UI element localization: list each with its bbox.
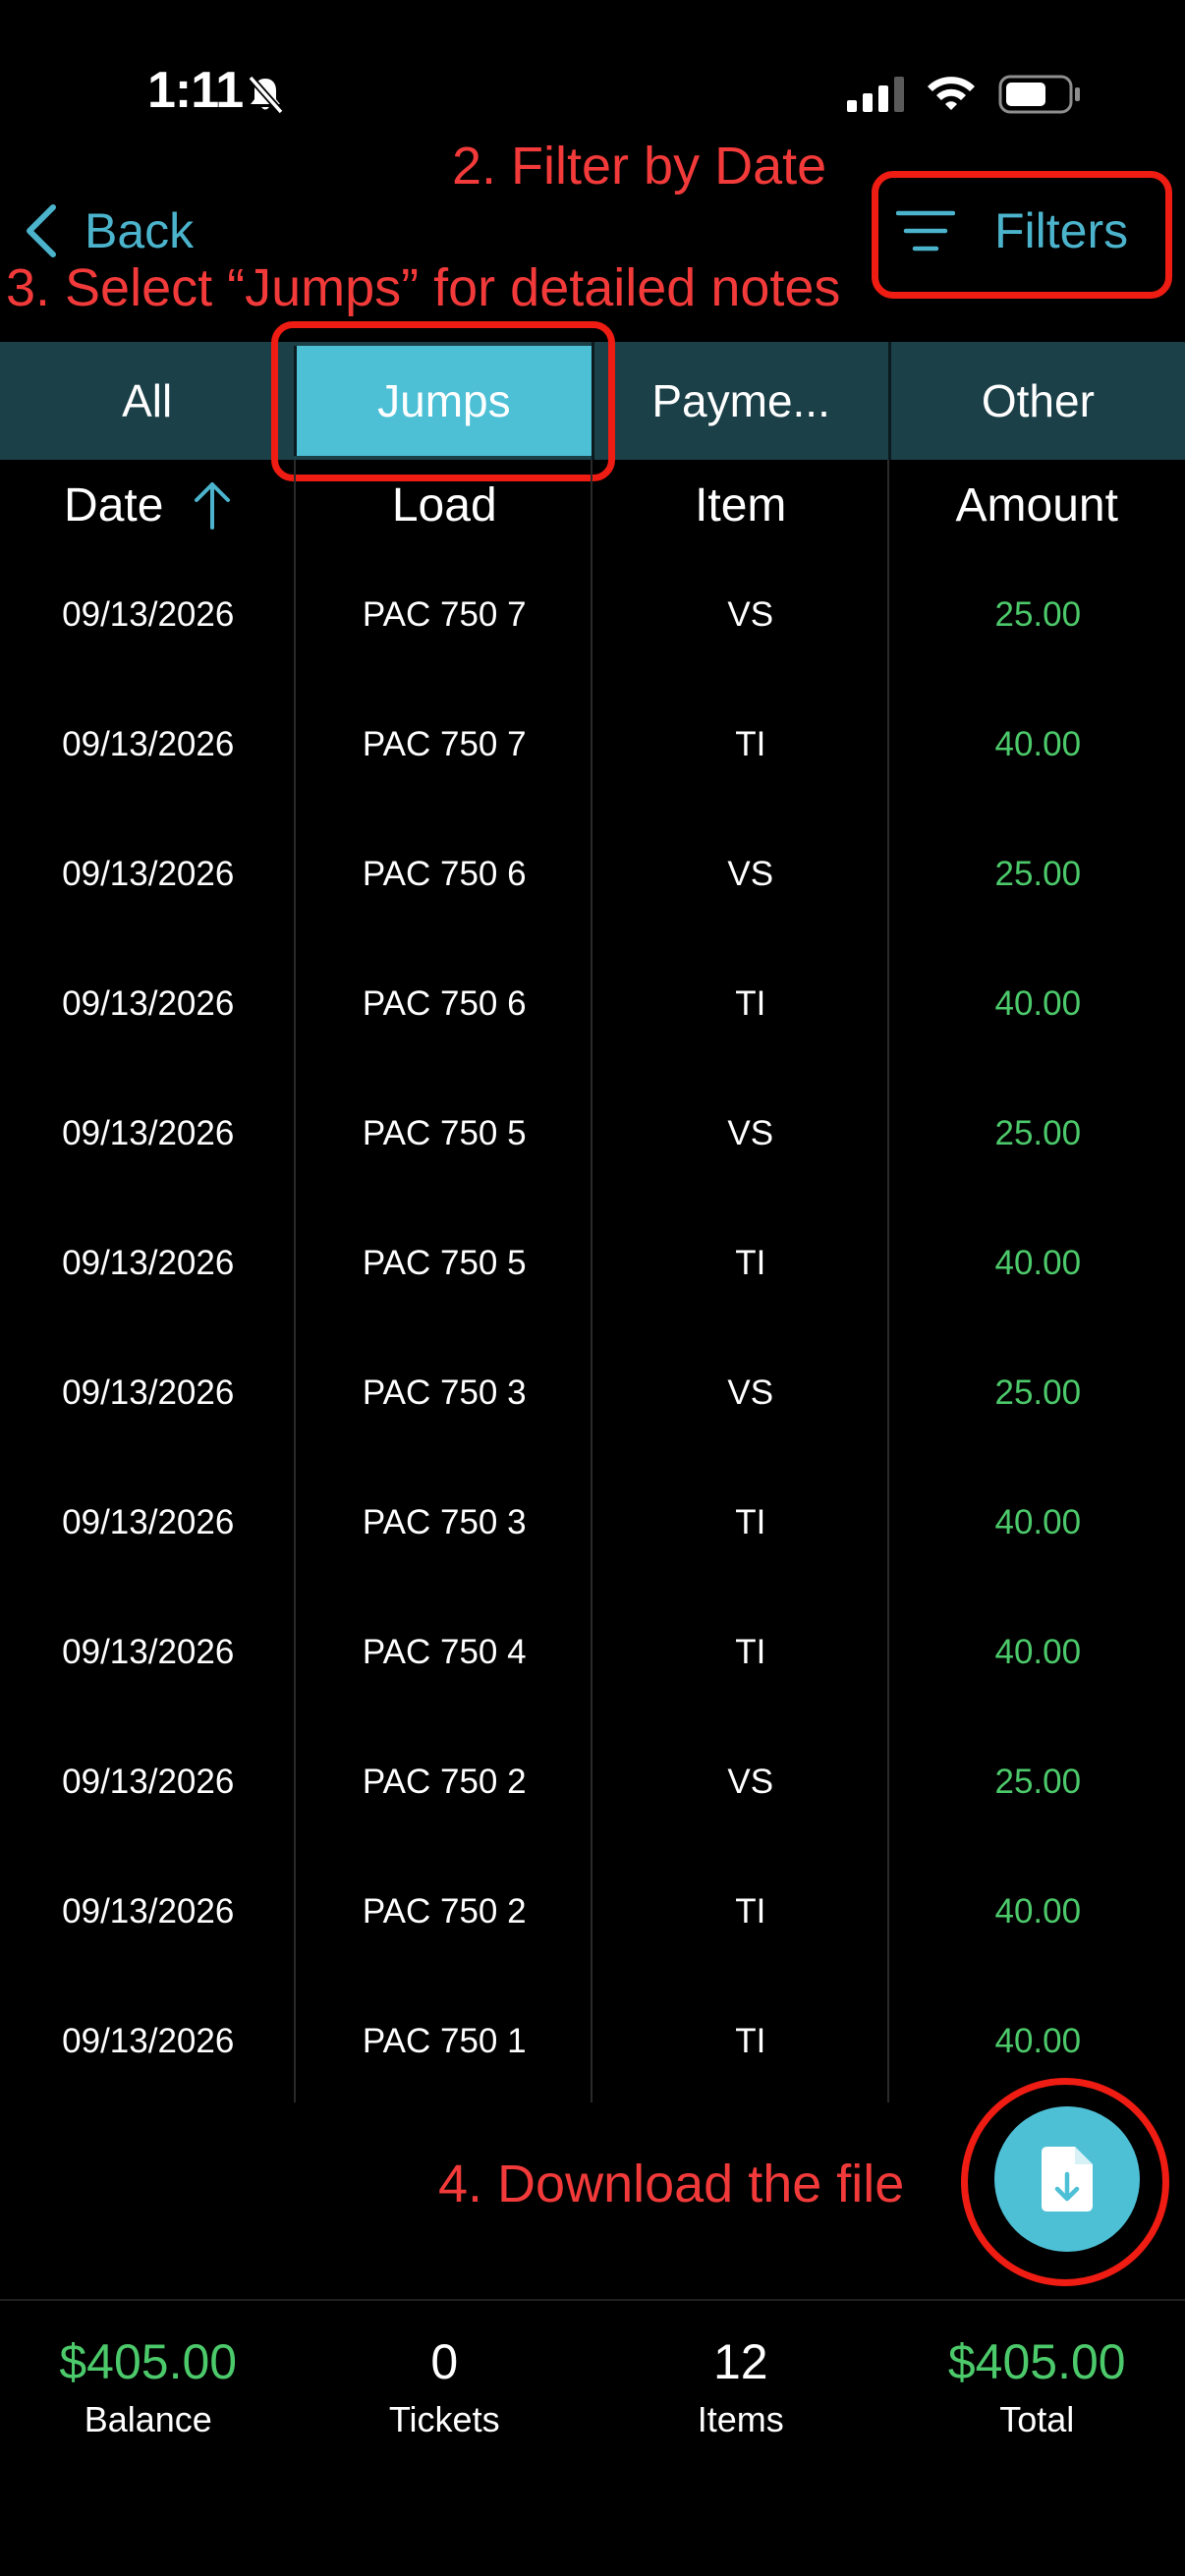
- cell-item: VS: [727, 1763, 774, 1801]
- cell-load: PAC 750 3: [362, 1503, 527, 1541]
- cell-amount: 25.00: [994, 1373, 1082, 1412]
- cell-load: PAC 750 4: [362, 1633, 527, 1671]
- bell-slash-icon: [244, 73, 287, 116]
- column-header-item[interactable]: Item: [592, 462, 889, 548]
- annotation-box-filters: [872, 171, 1172, 299]
- cell-date: 09/13/2026: [62, 725, 235, 763]
- status-time: 1:11: [147, 62, 244, 119]
- tickets-value: 0: [430, 2334, 459, 2389]
- table-row[interactable]: 09/13/2026 PAC 750 2 TI 40.00: [0, 1847, 1185, 1977]
- cell-date: 09/13/2026: [62, 1503, 235, 1541]
- tab-payments[interactable]: Payme...: [591, 342, 888, 460]
- cell-item: VS: [727, 1114, 774, 1152]
- table-row[interactable]: 09/13/2026 PAC 750 7 TI 40.00: [0, 680, 1185, 810]
- cell-amount: 25.00: [994, 1114, 1082, 1152]
- annotation-box-jumps: [271, 321, 615, 481]
- annotation-select-jumps: 3. Select “Jumps” for detailed notes: [6, 258, 841, 317]
- cell-amount: 40.00: [994, 984, 1082, 1023]
- table-row[interactable]: 09/13/2026 PAC 750 6 VS 25.00: [0, 810, 1185, 939]
- items-label: Items: [697, 2399, 784, 2439]
- cell-date: 09/13/2026: [62, 1892, 235, 1931]
- column-header-amount[interactable]: Amount: [889, 462, 1185, 548]
- tickets-label: Tickets: [388, 2399, 500, 2439]
- balance-label: Balance: [84, 2399, 212, 2439]
- summary-tickets: 0 Tickets: [297, 2330, 593, 2444]
- cell-date: 09/13/2026: [62, 1633, 235, 1671]
- back-button[interactable]: Back: [24, 196, 194, 265]
- cell-amount: 40.00: [994, 725, 1082, 763]
- cell-item: TI: [735, 1892, 766, 1931]
- table-row[interactable]: 09/13/2026 PAC 750 3 TI 40.00: [0, 1458, 1185, 1588]
- wifi-icon: [926, 73, 977, 117]
- table-header: Date Load Item Amount: [0, 462, 1185, 548]
- cell-load: PAC 750 1: [362, 2022, 527, 2060]
- table-row[interactable]: 09/13/2026 PAC 750 1 TI 40.00: [0, 1977, 1185, 2106]
- cell-load: PAC 750 2: [362, 1892, 527, 1931]
- cell-item: VS: [727, 855, 774, 893]
- total-value: $405.00: [947, 2334, 1126, 2389]
- cell-load: PAC 750 2: [362, 1763, 527, 1801]
- table-row[interactable]: 09/13/2026 PAC 750 4 TI 40.00: [0, 1588, 1185, 1717]
- tab-other[interactable]: Other: [887, 342, 1185, 460]
- balance-value: $405.00: [59, 2334, 238, 2389]
- cell-date: 09/13/2026: [62, 595, 235, 634]
- column-header-load[interactable]: Load: [297, 462, 593, 548]
- table-row[interactable]: 09/13/2026 PAC 750 7 VS 25.00: [0, 550, 1185, 680]
- chevron-left-icon: [27, 204, 56, 257]
- cell-date: 09/13/2026: [62, 2022, 235, 2060]
- cell-item: TI: [735, 1244, 766, 1282]
- table-row[interactable]: 09/13/2026 PAC 750 6 TI 40.00: [0, 939, 1185, 1069]
- table-row[interactable]: 09/13/2026 PAC 750 5 VS 25.00: [0, 1069, 1185, 1199]
- cell-amount: 40.00: [994, 1503, 1082, 1541]
- table-row[interactable]: 09/13/2026 PAC 750 5 TI 40.00: [0, 1199, 1185, 1328]
- summary-total: $405.00 Total: [889, 2330, 1185, 2444]
- cell-load: PAC 750 3: [362, 1373, 527, 1412]
- table-row[interactable]: 09/13/2026 PAC 750 2 VS 25.00: [0, 1717, 1185, 1847]
- cell-item: TI: [735, 2022, 766, 2060]
- summary-footer: $405.00 Balance 0 Tickets 12 Items $405.…: [0, 2330, 1185, 2444]
- cell-date: 09/13/2026: [62, 1373, 235, 1412]
- cell-item: TI: [735, 1633, 766, 1671]
- cell-date: 09/13/2026: [62, 984, 235, 1023]
- tab-all[interactable]: All: [0, 342, 294, 460]
- footer-divider: [0, 2299, 1185, 2301]
- arrow-up-icon: [195, 482, 231, 530]
- cell-item: VS: [727, 1373, 774, 1412]
- cell-load: PAC 750 5: [362, 1244, 527, 1282]
- cell-load: PAC 750 5: [362, 1114, 527, 1152]
- cell-load: PAC 750 6: [362, 855, 527, 893]
- cell-item: TI: [735, 984, 766, 1023]
- cell-item: TI: [735, 1503, 766, 1541]
- cell-load: PAC 750 7: [362, 595, 527, 634]
- cell-amount: 40.00: [994, 1633, 1082, 1671]
- total-label: Total: [999, 2399, 1075, 2439]
- battery-icon: [998, 75, 1081, 119]
- cell-date: 09/13/2026: [62, 1114, 235, 1152]
- cell-date: 09/13/2026: [62, 1763, 235, 1801]
- column-header-date[interactable]: Date: [0, 462, 297, 548]
- back-label: Back: [85, 203, 195, 258]
- table-row[interactable]: 09/13/2026 PAC 750 3 VS 25.00: [0, 1328, 1185, 1458]
- annotation-download-file: 4. Download the file: [438, 2155, 905, 2213]
- cell-amount: 25.00: [994, 1763, 1082, 1801]
- cell-load: PAC 750 7: [362, 725, 527, 763]
- cell-load: PAC 750 6: [362, 984, 527, 1023]
- cell-date: 09/13/2026: [62, 1244, 235, 1282]
- cellular-signal-icon: [847, 77, 908, 117]
- cell-amount: 40.00: [994, 1892, 1082, 1931]
- table-body: 09/13/2026 PAC 750 7 VS 25.00 09/13/2026…: [0, 550, 1185, 2106]
- cell-amount: 25.00: [994, 855, 1082, 893]
- summary-balance: $405.00 Balance: [0, 2330, 297, 2444]
- summary-items: 12 Items: [592, 2330, 889, 2444]
- annotation-filter-by-date: 2. Filter by Date: [452, 137, 827, 196]
- cell-item: TI: [735, 725, 766, 763]
- cell-amount: 40.00: [994, 1244, 1082, 1282]
- items-value: 12: [712, 2334, 768, 2389]
- annotation-circle-download: [961, 2078, 1169, 2286]
- cell-item: VS: [727, 595, 774, 634]
- cell-amount: 25.00: [994, 595, 1082, 634]
- cell-date: 09/13/2026: [62, 855, 235, 893]
